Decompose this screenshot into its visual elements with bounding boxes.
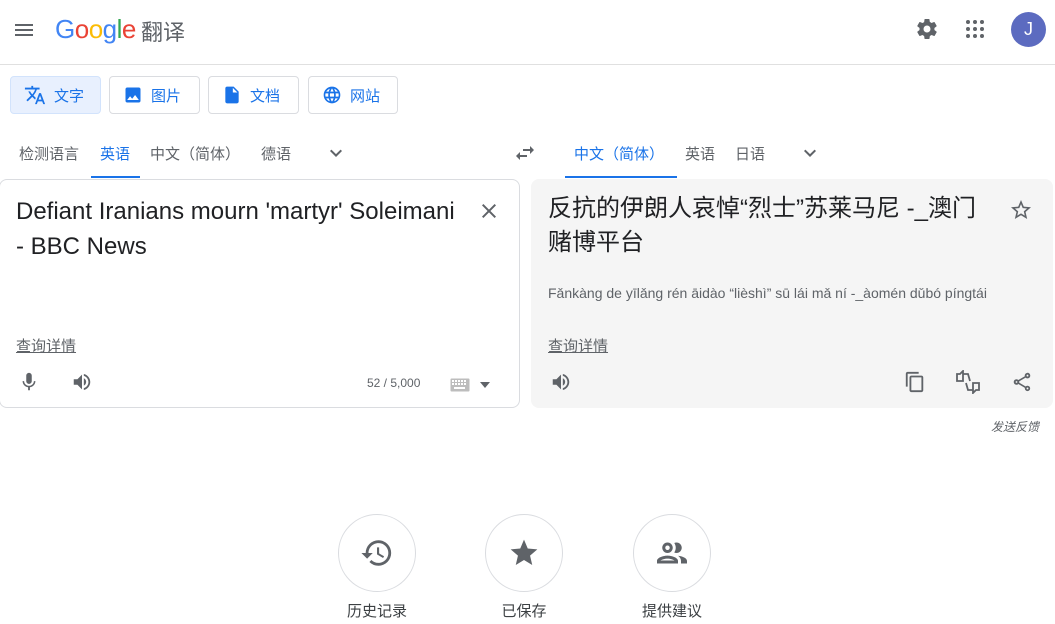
tgt-lang-english[interactable]: 英语 [685,143,715,164]
menu-icon [15,24,33,36]
community-icon [657,542,687,564]
star-icon [510,539,538,565]
star-outline-icon [1011,200,1031,219]
source-text-input[interactable]: Defiant Iranians mourn 'martyr' Soleiman… [16,194,466,264]
copy-translation-button[interactable] [897,364,933,400]
menu-button[interactable] [8,14,40,46]
source-listen-button[interactable] [64,364,100,400]
caret-down-icon [480,382,490,388]
src-lang-chinese[interactable]: 中文（简体） [150,143,240,164]
src-lang-detect[interactable]: 检测语言 [19,143,79,164]
src-tab-indicator [91,176,140,178]
target-details-link[interactable]: 查询详情 [548,335,608,356]
translate-icon [24,85,46,105]
mode-website-button[interactable]: 网站 [308,76,398,114]
keyboard-icon [450,378,470,392]
mode-text-button[interactable]: 文字 [10,76,101,114]
tgt-lang-chinese[interactable]: 中文（简体） [574,143,664,164]
mode-website-label: 网站 [350,87,381,105]
image-icon [125,87,141,103]
rate-translation-button[interactable] [950,364,986,400]
history-icon [361,540,392,566]
app-header: Google 翻译 J [0,0,1055,65]
product-name: 翻译 [141,20,186,45]
mode-image-label: 图片 [151,87,182,105]
share-translation-button[interactable] [1004,364,1040,400]
tgt-tab-indicator [565,176,677,178]
tgt-more-langs-button[interactable] [792,135,828,171]
microphone-icon [22,372,36,391]
contribute-label: 提供建议 [641,603,702,620]
settings-icon [917,19,937,40]
input-tools-button[interactable] [450,378,490,392]
save-translation-button[interactable] [1003,192,1039,228]
mode-document-button[interactable]: 文档 [208,76,299,114]
close-icon [482,204,496,218]
transliteration-text: Fǎnkàng de yīlǎng rén āidào “lièshì” sū … [548,285,987,301]
account-avatar[interactable]: J [1011,12,1046,47]
saved-button[interactable] [485,514,563,592]
char-counter: 52 / 5,000 [367,376,421,390]
speaker-icon [73,373,91,391]
rate-icon [956,370,980,394]
mode-document-label: 文档 [250,87,281,105]
swap-languages-button[interactable] [507,135,543,171]
chevron-down-icon [804,149,816,157]
clear-source-button[interactable] [471,193,507,229]
voice-input-button[interactable] [11,364,47,400]
history-button[interactable] [338,514,416,592]
saved-label: 已保存 [501,603,547,620]
google-logo[interactable]: Google [55,14,136,45]
chevron-down-icon [330,149,342,157]
tgt-lang-japanese[interactable]: 日语 [735,143,765,164]
document-icon [225,86,239,104]
source-details-link[interactable]: 查询详情 [16,335,76,356]
apps-button[interactable] [957,11,993,47]
mode-image-button[interactable]: 图片 [109,76,200,114]
swap-icon [516,146,534,160]
mode-text-label: 文字 [54,87,85,105]
history-label: 历史记录 [346,603,407,620]
src-lang-english[interactable]: 英语 [100,143,130,164]
share-icon [1013,372,1031,392]
contribute-button[interactable] [633,514,711,592]
translation-output: 反抗的伊朗人哀悼“烈士”苏莱马尼 -_澳门赌博平台 [548,195,976,256]
send-feedback-link[interactable]: 发送反馈 [991,418,1039,435]
globe-icon [323,86,341,104]
settings-button[interactable] [909,11,945,47]
src-lang-german[interactable]: 德语 [261,143,291,164]
apps-icon [966,20,984,38]
target-listen-button[interactable] [543,364,579,400]
src-more-langs-button[interactable] [318,135,354,171]
copy-icon [905,371,924,393]
speaker-icon [552,373,570,391]
